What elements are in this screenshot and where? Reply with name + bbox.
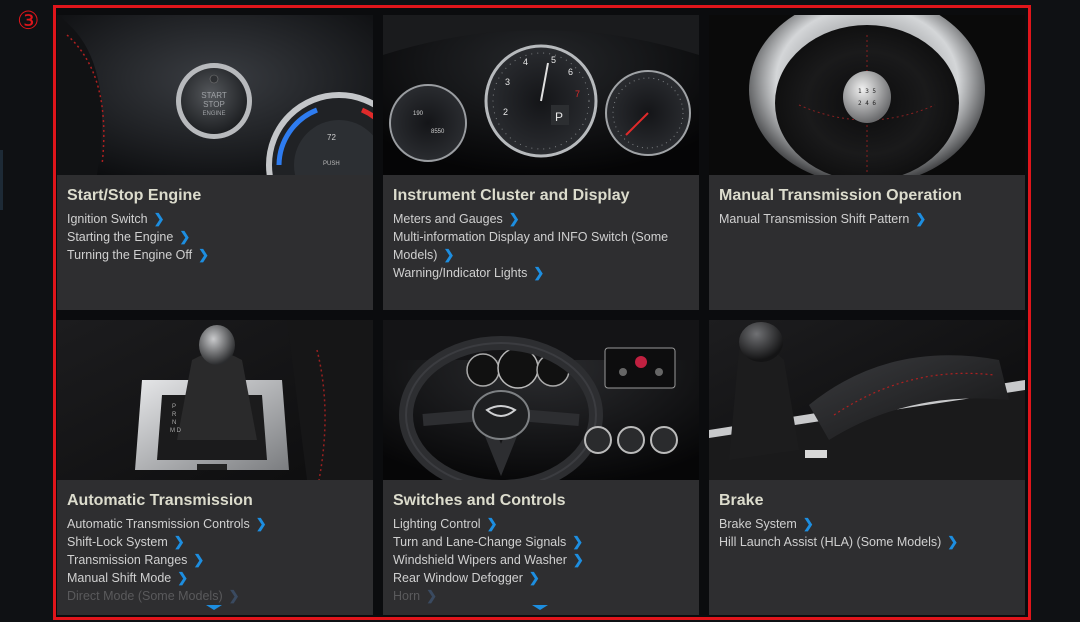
card-start-stop-engine: START STOP ENGINE 72 PUSH Start/Stop Eng…: [57, 15, 373, 310]
svg-text:N: N: [172, 420, 176, 426]
chevron-right-icon: ❯: [228, 588, 240, 603]
svg-text:5: 5: [551, 55, 556, 65]
start-stop-button-photo[interactable]: START STOP ENGINE 72 PUSH: [57, 15, 373, 175]
svg-text:6: 6: [568, 67, 573, 77]
highlight-frame: START STOP ENGINE 72 PUSH Start/Stop Eng…: [53, 5, 1031, 620]
parking-brake-photo[interactable]: [709, 320, 1025, 480]
card-title: Brake: [719, 492, 764, 509]
chevron-right-icon: ❯: [572, 552, 584, 567]
svg-text:P: P: [172, 404, 176, 410]
link-horn[interactable]: Horn ❯: [393, 587, 691, 605]
link-lighting-control[interactable]: Lighting Control ❯: [393, 515, 691, 533]
link-multi-information-display[interactable]: Multi-information Display and INFO Switc…: [393, 228, 691, 264]
stop-label: STOP: [203, 100, 225, 109]
chevron-right-icon: ❯: [915, 211, 927, 226]
link-direct-mode[interactable]: Direct Mode (Some Models) ❯: [67, 587, 365, 605]
card-automatic-transmission: P R N M D Automatic Transmission Automat…: [57, 320, 373, 615]
push-label: PUSH: [323, 161, 340, 167]
link-turning-the-engine-off[interactable]: Turning the Engine Off ❯: [67, 246, 365, 264]
chevron-right-icon: ❯: [179, 229, 191, 244]
instrument-cluster-photo[interactable]: 190 8550 2 3 4 5 6 7 P: [383, 15, 699, 175]
link-shift-lock-system[interactable]: Shift-Lock System ❯: [67, 533, 365, 551]
chevron-right-icon: ❯: [947, 534, 959, 549]
svg-text:2: 2: [503, 107, 508, 117]
chevron-right-icon: ❯: [177, 570, 189, 585]
chevron-right-icon: ❯: [173, 534, 185, 549]
svg-text:M D: M D: [170, 428, 182, 434]
left-edge-strip: [0, 150, 3, 210]
link-list: Brake System ❯ Hill Launch Assist (HLA) (…: [719, 515, 1017, 551]
card-instrument-cluster: 190 8550 2 3 4 5 6 7 P Instrument Cluste…: [383, 15, 699, 310]
expand-down-icon[interactable]: [532, 605, 548, 610]
card-title: Switches and Controls: [393, 492, 566, 509]
chevron-right-icon: ❯: [153, 211, 165, 226]
link-list: Lighting Control ❯ Turn and Lane-Change S…: [393, 515, 691, 605]
step-marker: ③: [17, 6, 40, 35]
range-value: 190: [413, 111, 424, 117]
svg-text:4: 4: [523, 57, 528, 67]
chevron-right-icon: ❯: [486, 516, 498, 531]
card-manual-transmission: 1 3 5 2 4 6 Manual Transmission Operatio…: [709, 15, 1025, 310]
link-list: Ignition Switch ❯ Starting the Engine ❯ Tu…: [67, 210, 365, 264]
link-hill-launch-assist[interactable]: Hill Launch Assist (HLA) (Some Models) ❯: [719, 533, 1017, 551]
svg-text:2 4 6: 2 4 6: [858, 100, 876, 107]
chevron-right-icon: ❯: [533, 265, 545, 280]
svg-text:R: R: [172, 412, 177, 418]
card-title: Instrument Cluster and Display: [393, 187, 630, 204]
chevron-right-icon: ❯: [528, 570, 540, 585]
link-manual-shift-mode[interactable]: Manual Shift Mode ❯: [67, 569, 365, 587]
link-automatic-transmission-controls[interactable]: Automatic Transmission Controls ❯: [67, 515, 365, 533]
chevron-right-icon: ❯: [508, 211, 520, 226]
start-label: START: [201, 91, 227, 100]
link-ignition-switch[interactable]: Ignition Switch ❯: [67, 210, 365, 228]
svg-text:7: 7: [575, 89, 580, 99]
link-brake-system[interactable]: Brake System ❯: [719, 515, 1017, 533]
link-list: Automatic Transmission Controls ❯ Shift-L…: [67, 515, 365, 605]
chevron-right-icon: ❯: [198, 247, 209, 262]
chevron-right-icon: ❯: [255, 516, 267, 531]
chevron-right-icon: ❯: [426, 588, 437, 603]
link-wipers-and-washer[interactable]: Windshield Wipers and Washer ❯: [393, 551, 691, 569]
link-transmission-ranges[interactable]: Transmission Ranges ❯: [67, 551, 365, 569]
engine-label: ENGINE: [202, 111, 225, 117]
link-list: Manual Transmission Shift Pattern ❯: [719, 210, 1017, 228]
steering-dashboard-photo[interactable]: [383, 320, 699, 480]
chevron-right-icon: ❯: [193, 552, 205, 567]
odometer-value: 8550: [431, 129, 445, 135]
card-brake: Brake Brake System ❯ Hill Launch Assist (…: [709, 320, 1025, 615]
card-title: Automatic Transmission: [67, 492, 253, 509]
chevron-right-icon: ❯: [443, 247, 455, 262]
card-title: Manual Transmission Operation: [719, 187, 962, 204]
gear-indicator: P: [555, 110, 563, 124]
svg-text:1 3 5: 1 3 5: [858, 88, 876, 95]
link-meters-and-gauges[interactable]: Meters and Gauges ❯: [393, 210, 691, 228]
chevron-right-icon: ❯: [572, 534, 584, 549]
link-list: Meters and Gauges ❯ Multi-information Dis…: [393, 210, 691, 282]
manual-shift-knob-photo[interactable]: 1 3 5 2 4 6: [709, 15, 1025, 175]
svg-text:3: 3: [505, 77, 510, 87]
card-title: Start/Stop Engine: [67, 187, 202, 204]
link-rear-window-defogger[interactable]: Rear Window Defogger ❯: [393, 569, 691, 587]
expand-down-icon[interactable]: [206, 605, 222, 610]
link-warning-indicator-lights[interactable]: Warning/Indicator Lights ❯: [393, 264, 691, 282]
link-turn-signals[interactable]: Turn and Lane-Change Signals ❯: [393, 533, 691, 551]
automatic-shifter-photo[interactable]: P R N M D: [57, 320, 373, 480]
temp-value: 72: [327, 133, 336, 142]
chevron-right-icon: ❯: [802, 516, 814, 531]
link-starting-the-engine[interactable]: Starting the Engine ❯: [67, 228, 365, 246]
link-manual-shift-pattern[interactable]: Manual Transmission Shift Pattern ❯: [719, 210, 1017, 228]
card-switches-and-controls: Switches and Controls Lighting Control ❯ …: [383, 320, 699, 615]
